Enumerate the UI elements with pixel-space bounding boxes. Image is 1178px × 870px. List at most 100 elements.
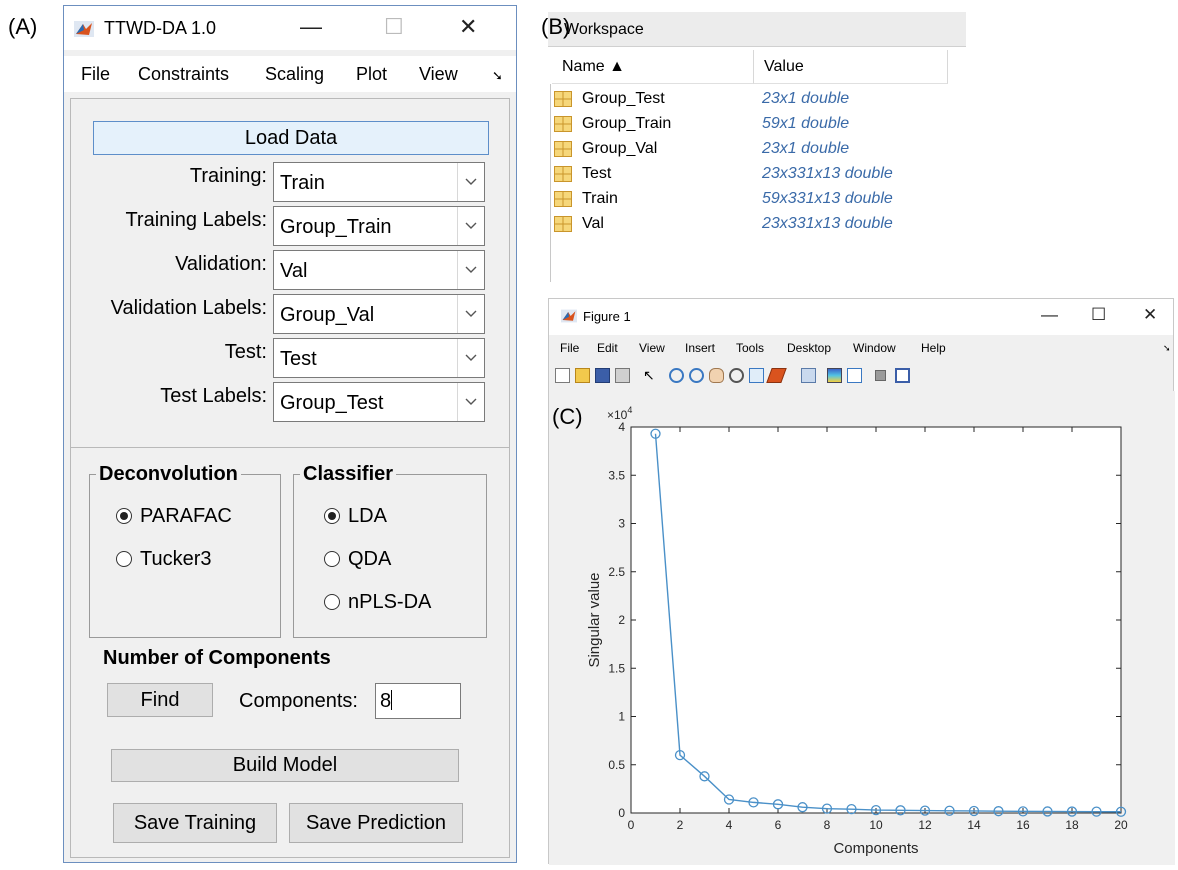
x-tick-label: 2 [677,818,684,832]
figure-menu-bar: File Edit View Insert Tools Desktop Wind… [549,337,1173,361]
fig-menu-tools[interactable]: Tools [736,341,764,355]
validation-select[interactable]: Val [273,250,485,290]
hide-plot-tools-icon[interactable] [875,370,886,381]
fig-menu-file[interactable]: File [560,341,579,355]
validation-labels-select[interactable]: Group_Val [273,294,485,334]
fig-menu-edit[interactable]: Edit [597,341,618,355]
rotate-icon[interactable] [729,368,744,383]
radio-selected-icon[interactable] [324,508,340,524]
menu-overflow-icon[interactable]: ➘ [492,68,503,84]
zoom-in-icon[interactable] [669,368,684,383]
menu-file[interactable]: File [81,64,110,85]
save-training-button[interactable]: Save Training [113,803,277,843]
figure-maximize-button[interactable]: ☐ [1091,305,1106,325]
workspace-row[interactable]: Group_Train 59x1 double [548,112,958,137]
test-label: Test: [224,341,267,363]
pointer-icon[interactable]: ↖ [643,368,658,383]
column-header-name-label: Name ▲ [562,58,625,75]
menu-constraints[interactable]: Constraints [138,64,229,85]
menu-view[interactable]: View [419,64,458,85]
x-tick-label: 14 [967,818,981,832]
y-tick-label: 3.5 [608,468,625,482]
workspace-row[interactable]: Test 23x331x13 double [548,162,958,187]
show-plot-tools-icon[interactable] [895,368,910,383]
print-icon[interactable] [615,368,630,383]
variable-value: 23x1 double [762,140,850,157]
minimize-button[interactable]: — [300,14,322,40]
panel-label-b: (B) [541,14,571,39]
link-plot-icon[interactable] [801,368,816,383]
save-prediction-button[interactable]: Save Prediction [289,803,463,843]
brush-icon[interactable] [766,368,787,383]
workspace-row[interactable]: Val 23x331x13 double [548,212,958,237]
workspace-header: Workspace [548,12,966,47]
save-icon[interactable] [595,368,610,383]
chevron-down-icon[interactable] [457,383,484,421]
fig-menu-desktop[interactable]: Desktop [787,341,831,355]
new-figure-icon[interactable] [555,368,570,383]
variable-name: Val [582,215,604,232]
pan-icon[interactable] [709,368,724,383]
radio-unselected-icon[interactable] [324,594,340,610]
test-select[interactable]: Test [273,338,485,378]
fig-menu-help[interactable]: Help [921,341,946,355]
test-labels-select[interactable]: Group_Test [273,382,485,422]
x-tick-label: 20 [1114,818,1128,832]
training-labels-select-value: Group_Train [280,216,392,238]
load-data-button[interactable]: Load Data [93,121,489,155]
radio-unselected-icon[interactable] [324,551,340,567]
y-exponent-label: ×104 [607,405,632,422]
figure-minimize-button[interactable]: — [1041,305,1058,325]
open-file-icon[interactable] [575,368,590,383]
radio-selected-icon[interactable] [116,508,132,524]
colorbar-icon[interactable] [827,368,842,383]
chevron-down-icon[interactable] [457,207,484,245]
figure-title: Figure 1 [583,309,631,324]
fig-menu-view[interactable]: View [639,341,665,355]
chevron-down-icon[interactable] [457,163,484,201]
find-button[interactable]: Find [107,683,213,717]
workspace-row[interactable]: Group_Test 23x1 double [548,87,958,112]
radio-parafac-label: PARAFAC [140,505,232,527]
fig-menu-overflow-icon[interactable]: ➘ [1163,343,1171,354]
variable-value: 23x331x13 double [762,215,893,232]
components-label: Components: [239,690,358,712]
x-tick-label: 8 [824,818,831,832]
data-cursor-icon[interactable] [749,368,764,383]
training-labels-select[interactable]: Group_Train [273,206,485,246]
fig-menu-window[interactable]: Window [853,341,896,355]
workspace-row[interactable]: Train 59x331x13 double [548,187,958,212]
column-header-value-label: Value [764,58,804,75]
variable-name: Group_Val [582,140,658,157]
y-tick-label: 0 [618,806,625,820]
workspace-row[interactable]: Group_Val 23x1 double [548,137,958,162]
chevron-down-icon[interactable] [457,339,484,377]
maximize-button[interactable]: ☐ [384,14,404,40]
close-button[interactable]: ✕ [459,14,477,40]
chevron-down-icon[interactable] [457,251,484,289]
variable-table-icon [554,91,572,107]
zoom-out-icon[interactable] [689,368,704,383]
column-header-name[interactable]: Name ▲ [552,50,754,84]
training-select[interactable]: Train [273,162,485,202]
classifier-title: Classifier [300,463,397,486]
x-tick-label: 10 [869,818,883,832]
radio-unselected-icon[interactable] [116,551,132,567]
column-header-value[interactable]: Value [754,50,948,84]
menu-plot[interactable]: Plot [356,64,387,85]
components-input[interactable]: 8 [375,683,461,719]
x-tick-label: 16 [1016,818,1030,832]
chevron-down-icon[interactable] [457,295,484,333]
x-axis-label: Components [833,840,918,857]
y-axis-label: Singular value [586,572,603,667]
menu-scaling[interactable]: Scaling [265,64,324,85]
figure-close-button[interactable]: ✕ [1143,305,1157,325]
test-select-value: Test [280,348,317,370]
y-tick-label: 1 [618,710,625,724]
build-model-button[interactable]: Build Model [111,749,459,782]
classifier-group: Classifier LDA QDA nPLS-DA [293,463,487,638]
fig-menu-insert[interactable]: Insert [685,341,715,355]
app-title: TTWD-DA 1.0 [104,18,217,38]
y-tick-label: 2 [618,613,625,627]
legend-icon[interactable] [847,368,862,383]
